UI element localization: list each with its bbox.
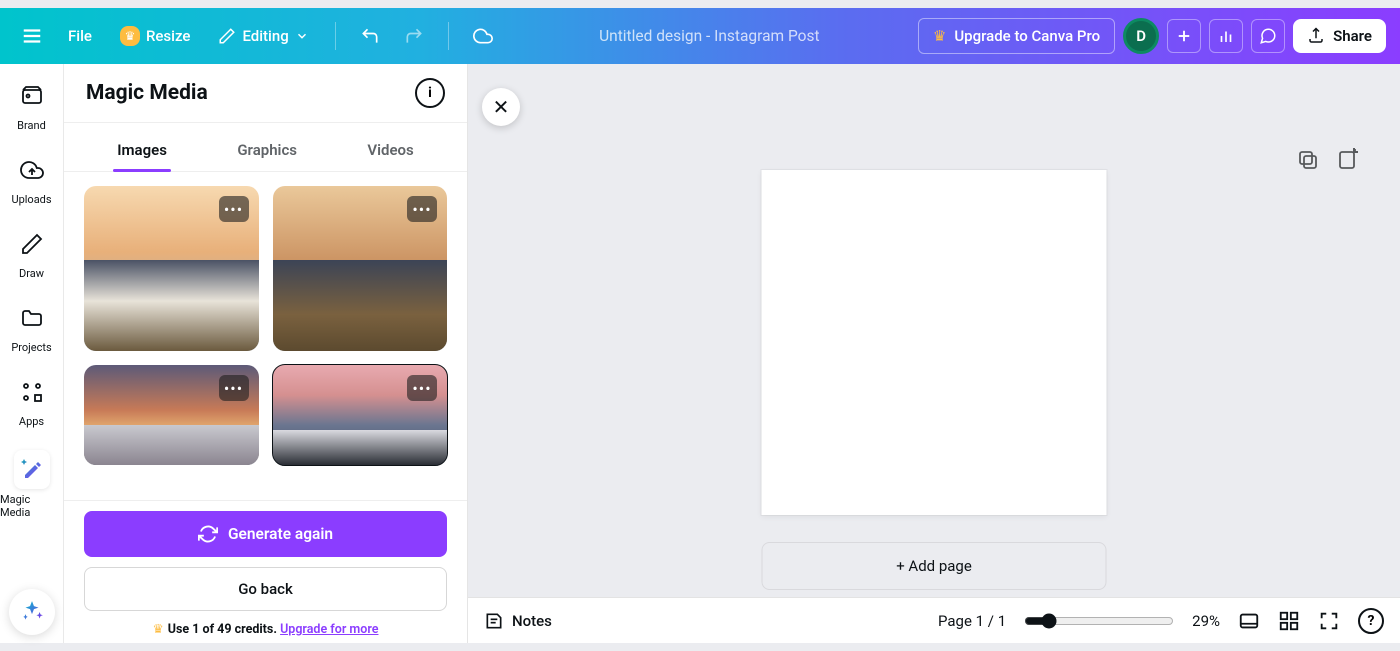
redo-button[interactable] bbox=[396, 18, 432, 54]
result-thumbnail[interactable]: ••• bbox=[84, 186, 259, 351]
crown-icon: ♛ bbox=[153, 622, 164, 637]
crown-icon: ♛ bbox=[933, 27, 946, 45]
duplicate-page-icon[interactable] bbox=[1296, 148, 1320, 172]
side-panel: Magic Media i Images Graphics Videos •••… bbox=[64, 64, 468, 643]
rail-item-draw[interactable]: Draw bbox=[0, 226, 63, 282]
upload-icon bbox=[1307, 27, 1325, 45]
upgrade-label: Upgrade to Canva Pro bbox=[954, 27, 1100, 45]
info-button[interactable]: i bbox=[415, 78, 445, 108]
go-back-button[interactable]: Go back bbox=[84, 567, 447, 611]
main-area: Brand Uploads Draw Projects Apps Magic M… bbox=[0, 64, 1400, 643]
thumbnail-more-icon[interactable]: ••• bbox=[219, 375, 249, 401]
magic-wand-icon bbox=[20, 456, 44, 480]
view-list-icon[interactable] bbox=[1238, 610, 1260, 632]
user-avatar[interactable]: D bbox=[1123, 18, 1159, 54]
ai-assistant-fab[interactable] bbox=[9, 589, 55, 635]
comment-button[interactable] bbox=[1251, 19, 1285, 53]
sparkle-icon bbox=[19, 599, 45, 625]
chevron-down-icon bbox=[295, 29, 309, 43]
thumbnail-more-icon[interactable]: ••• bbox=[219, 196, 249, 222]
document-title[interactable]: Untitled design - Instagram Post bbox=[509, 27, 910, 45]
share-label: Share bbox=[1333, 27, 1372, 45]
credits-count: Use 1 of 49 credits. bbox=[168, 622, 280, 637]
canvas-page[interactable] bbox=[762, 170, 1107, 515]
notes-label: Notes bbox=[512, 612, 552, 630]
rail-label: Projects bbox=[11, 341, 51, 354]
folder-icon bbox=[20, 306, 44, 330]
new-page-icon[interactable] bbox=[1336, 148, 1360, 172]
notes-button[interactable]: Notes bbox=[484, 611, 552, 631]
close-panel-button[interactable]: ✕ bbox=[482, 88, 520, 126]
thumbnail-more-icon[interactable]: ••• bbox=[407, 375, 437, 401]
panel-tabs: Images Graphics Videos bbox=[64, 123, 467, 172]
grid-view-icon[interactable] bbox=[1278, 610, 1300, 632]
panel-title: Magic Media bbox=[86, 81, 208, 105]
canvas-area: ✕ + Add page Notes Page 1 / 1 29% ? bbox=[468, 64, 1400, 643]
editing-menu[interactable]: Editing bbox=[208, 19, 318, 53]
panel-header: Magic Media i bbox=[64, 64, 467, 123]
tab-images[interactable]: Images bbox=[113, 133, 171, 171]
upgrade-button[interactable]: ♛ Upgrade to Canva Pro bbox=[918, 18, 1115, 54]
rail-item-brand[interactable]: Brand bbox=[0, 78, 63, 134]
crown-icon: ♛ bbox=[120, 26, 140, 46]
cloud-upload-icon bbox=[20, 158, 44, 182]
page-indicator[interactable]: Page 1 / 1 bbox=[938, 612, 1006, 630]
apps-icon bbox=[20, 380, 44, 404]
rail-item-projects[interactable]: Projects bbox=[0, 300, 63, 356]
rail-label: Uploads bbox=[11, 193, 51, 206]
cloud-sync-icon[interactable] bbox=[465, 18, 501, 54]
result-thumbnail[interactable]: ••• bbox=[273, 186, 448, 351]
top-menu-bar: File ♛ Resize Editing Untitled design - … bbox=[0, 8, 1400, 64]
credits-text: ♛ Use 1 of 49 credits. Upgrade for more bbox=[84, 621, 447, 637]
add-member-button[interactable] bbox=[1167, 19, 1201, 53]
add-page-button[interactable]: + Add page bbox=[762, 542, 1107, 590]
help-button[interactable]: ? bbox=[1358, 608, 1384, 634]
rail-label: Draw bbox=[19, 267, 44, 280]
resize-menu[interactable]: ♛ Resize bbox=[110, 18, 200, 54]
resize-label: Resize bbox=[146, 27, 190, 45]
tab-videos[interactable]: Videos bbox=[363, 133, 417, 171]
fullscreen-icon[interactable] bbox=[1318, 610, 1340, 632]
brand-icon bbox=[20, 84, 44, 108]
result-thumbnail-selected[interactable]: ••• bbox=[273, 365, 448, 465]
result-thumbnail[interactable]: ••• bbox=[84, 365, 259, 465]
thumbnail-more-icon[interactable]: ••• bbox=[407, 196, 437, 222]
page-tools bbox=[1296, 148, 1360, 172]
rail-label: Brand bbox=[17, 119, 46, 132]
divider bbox=[448, 22, 449, 50]
rail-label: Apps bbox=[19, 415, 44, 428]
analytics-button[interactable] bbox=[1209, 19, 1243, 53]
refresh-icon bbox=[198, 524, 218, 544]
share-button[interactable]: Share bbox=[1293, 19, 1386, 53]
zoom-slider[interactable] bbox=[1024, 613, 1174, 629]
notes-icon bbox=[484, 611, 504, 631]
file-menu[interactable]: File bbox=[58, 19, 102, 53]
panel-footer: Generate again Go back ♛ Use 1 of 49 cred… bbox=[64, 500, 467, 643]
rail-item-apps[interactable]: Apps bbox=[0, 374, 63, 430]
tab-graphics[interactable]: Graphics bbox=[233, 133, 301, 171]
draw-icon bbox=[20, 232, 44, 256]
rail-label: Magic Media bbox=[0, 493, 63, 519]
generate-again-button[interactable]: Generate again bbox=[84, 511, 447, 557]
generate-label: Generate again bbox=[228, 525, 333, 543]
hamburger-menu-icon[interactable] bbox=[14, 18, 50, 54]
zoom-percent[interactable]: 29% bbox=[1192, 612, 1220, 630]
pencil-icon bbox=[218, 27, 236, 45]
rail-item-uploads[interactable]: Uploads bbox=[0, 152, 63, 208]
upgrade-link[interactable]: Upgrade for more bbox=[280, 622, 378, 637]
divider bbox=[335, 22, 336, 50]
editing-label: Editing bbox=[242, 27, 288, 45]
rail-item-magic-media[interactable]: Magic Media bbox=[0, 448, 63, 521]
undo-button[interactable] bbox=[352, 18, 388, 54]
left-tool-rail: Brand Uploads Draw Projects Apps Magic M… bbox=[0, 64, 64, 643]
results-grid: ••• ••• ••• ••• bbox=[64, 172, 467, 500]
bottom-bar: Notes Page 1 / 1 29% ? bbox=[468, 597, 1400, 643]
